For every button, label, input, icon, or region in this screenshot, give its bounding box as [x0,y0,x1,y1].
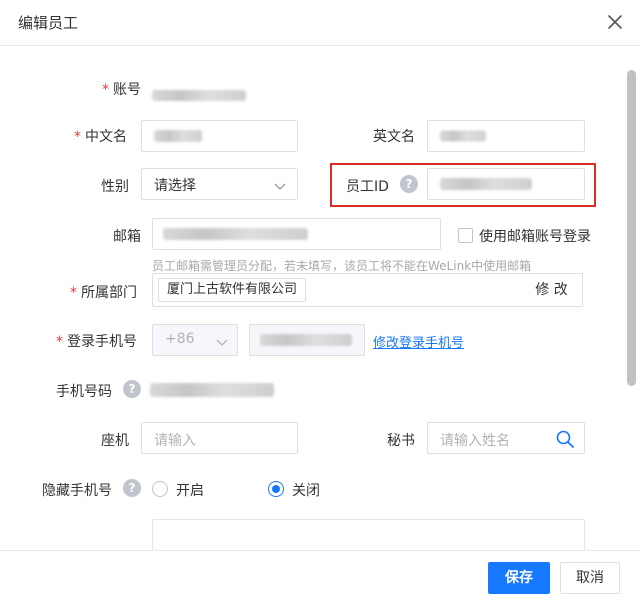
chinese-name-input[interactable] [141,120,298,152]
english-name-value-blurred [440,130,486,142]
hide-phone-label: 隐藏手机号 [42,483,112,499]
email-hint-text: 员工邮箱需管理员分配，若未填写，该员工将不能在WeLink中使用邮箱 [152,259,532,273]
gender-select[interactable]: 请选择 [141,168,298,200]
chevron-down-icon [215,334,229,353]
dialog-header: 编辑员工 [0,0,640,46]
save-button[interactable]: 保存 [488,562,550,594]
secretary-label: 秘书 [387,433,415,449]
close-icon[interactable] [604,11,626,33]
help-icon[interactable]: ? [400,175,418,193]
login-phone-value-blurred [260,334,352,346]
employee-id-label: 员工ID [346,179,389,195]
required-mark: * [70,285,77,301]
dialog-title: 编辑员工 [18,14,79,32]
gender-label: 性别 [101,179,129,195]
mobile-label: 手机号码 [56,384,112,400]
employee-id-value-blurred [440,178,532,190]
help-icon[interactable]: ? [123,380,141,398]
account-label: * 账号 [102,82,141,98]
search-icon[interactable] [555,429,575,453]
account-value-blurred [152,90,246,101]
employee-id-input[interactable] [427,168,585,200]
secretary-placeholder: 请输入姓名 [440,433,510,449]
cancel-button[interactable]: 取消 [560,562,620,594]
english-name-label: 英文名 [373,129,415,145]
department-label: * 所属部门 [70,285,137,301]
hide-phone-off-radio[interactable] [268,481,284,497]
modify-department-button[interactable]: 修 改 [521,273,583,307]
hide-phone-off-label: 关闭 [292,483,320,499]
hide-phone-on-radio[interactable] [152,481,168,497]
landline-input[interactable]: 请输入 [141,422,298,454]
login-phone-input [249,324,365,356]
change-login-phone-link[interactable]: 修改登录手机号 [373,332,464,351]
scrollbar-thumb[interactable] [627,70,636,386]
chinese-name-value-blurred [154,130,202,142]
country-code-value: +86 [165,331,195,347]
use-email-login-label: 使用邮箱账号登录 [479,229,591,245]
mobile-value-blurred [150,383,274,397]
email-input[interactable] [152,218,441,250]
landline-placeholder: 请输入 [154,433,196,449]
secretary-input[interactable]: 请输入姓名 [427,422,585,454]
help-icon[interactable]: ? [123,479,141,497]
required-mark: * [56,334,63,350]
email-value-blurred [163,228,308,240]
landline-label: 座机 [101,433,129,449]
hide-phone-on-label: 开启 [176,483,204,499]
edit-employee-dialog: 编辑员工 * 账号 * 中文名 英文名 性别 请选择 员工ID ? 邮箱 使用邮箱账… [0,0,640,606]
use-email-login-checkbox[interactable] [458,228,473,243]
email-label: 邮箱 [113,229,141,245]
country-code-select[interactable]: +86 [152,324,238,356]
login-phone-label: * 登录手机号 [56,334,137,350]
english-name-input[interactable] [427,120,585,152]
required-mark: * [102,82,109,98]
chinese-name-label: * 中文名 [74,129,127,145]
department-tag: 厦门上古软件有限公司 [158,278,307,302]
required-mark: * [74,129,81,145]
gender-placeholder: 请选择 [154,178,196,194]
chevron-down-icon [273,178,287,197]
